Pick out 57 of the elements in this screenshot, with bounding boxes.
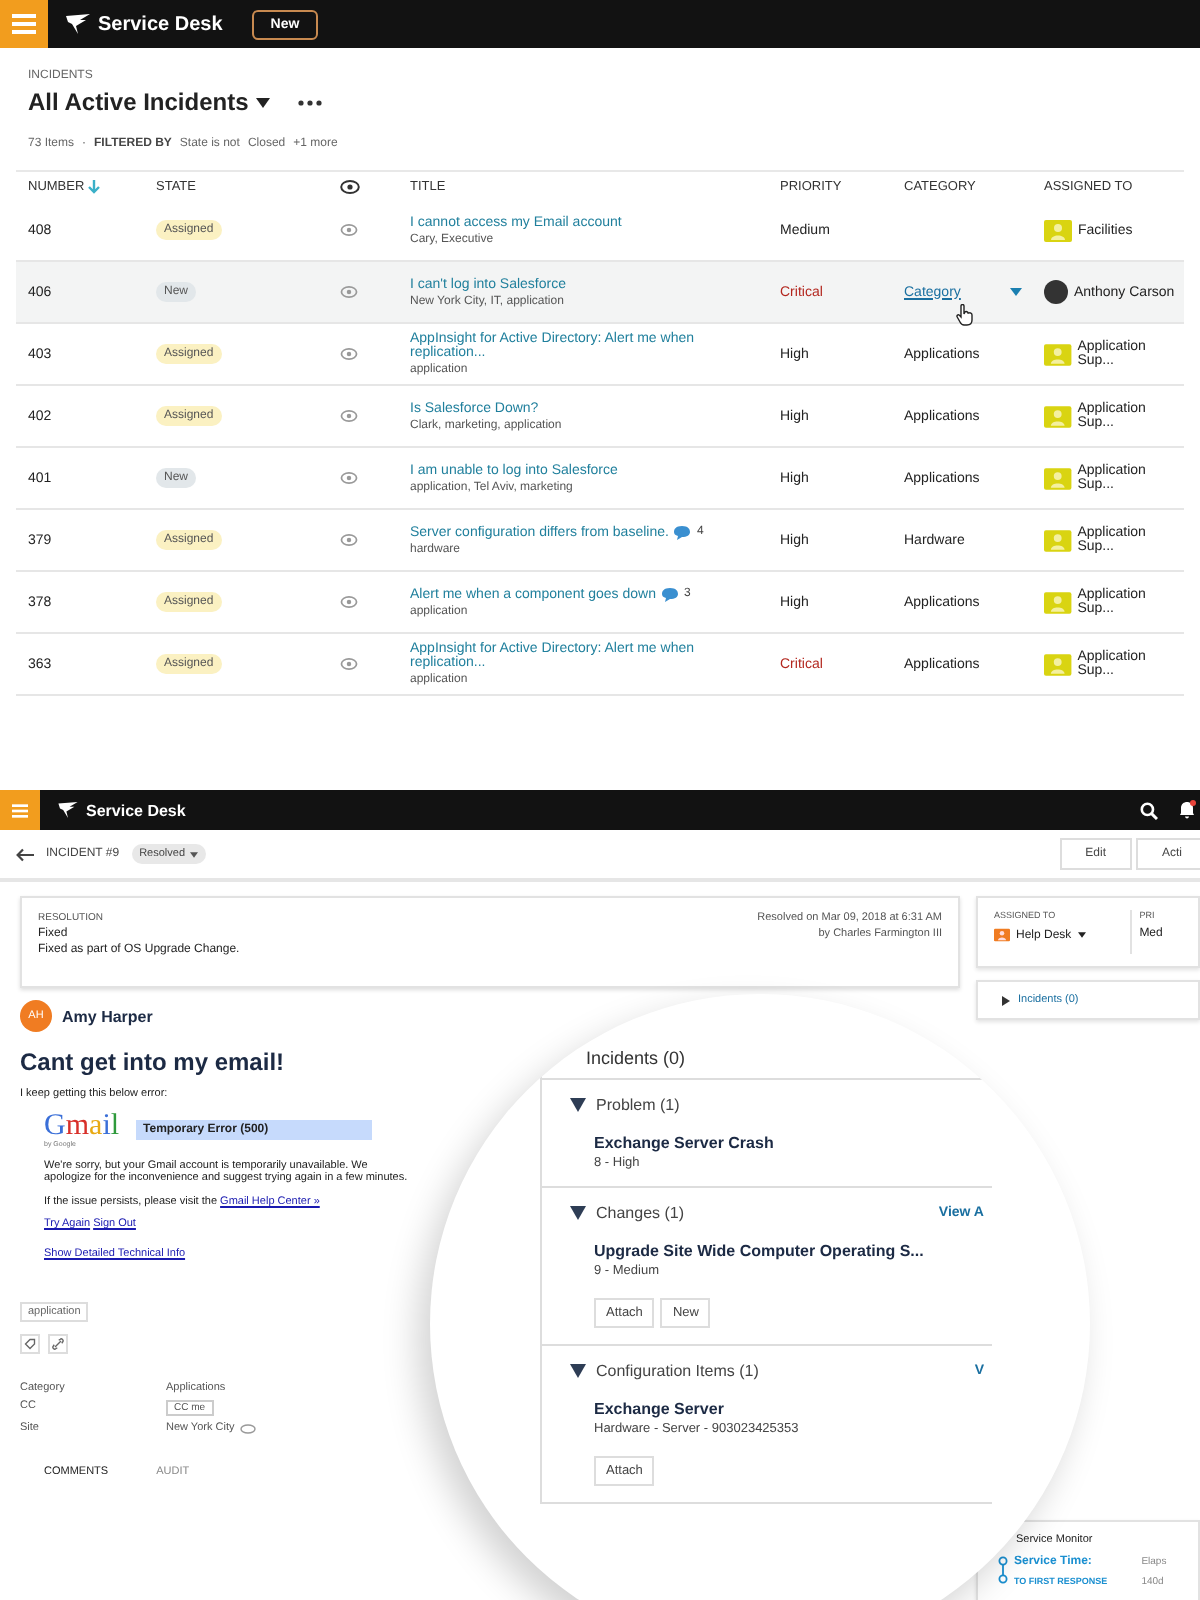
group-icon — [1044, 591, 1072, 613]
sort-arrow-icon[interactable] — [88, 179, 101, 193]
collapse-arrow-icon[interactable] — [570, 1098, 586, 1112]
avatar — [1044, 280, 1068, 304]
tag-button[interactable] — [20, 1334, 40, 1355]
dropdown-caret-icon[interactable] — [1010, 288, 1023, 296]
group-icon — [1044, 405, 1072, 427]
related-item-title[interactable]: Exchange Server — [594, 1400, 992, 1418]
logo-icon — [66, 14, 90, 34]
caret-icon[interactable] — [1077, 932, 1086, 938]
section-title: Configuration Items (1) — [596, 1362, 759, 1380]
app-title: Service Desk — [86, 801, 186, 819]
group-icon — [994, 928, 1010, 942]
logo-icon — [58, 802, 78, 818]
section-title: Changes (1) — [596, 1204, 685, 1222]
location-icon — [240, 1423, 257, 1434]
email-logo: Gmail — [44, 1112, 120, 1142]
search-icon[interactable] — [1140, 801, 1158, 819]
menu-icon — [12, 14, 36, 34]
comment-icon — [674, 525, 691, 539]
more-icon[interactable] — [298, 99, 323, 105]
related-item-title[interactable]: Exchange Server Crash — [594, 1134, 992, 1152]
related-item-title[interactable]: Upgrade Site Wide Computer Operating S... — [594, 1242, 992, 1260]
link-icon — [52, 1338, 64, 1351]
timeline-icon — [998, 1556, 1008, 1584]
group-icon — [1044, 529, 1072, 551]
back-arrow-icon[interactable] — [16, 847, 34, 861]
tag-icon — [24, 1338, 36, 1351]
hand-cursor-icon — [956, 303, 974, 325]
app-title: Service Desk — [98, 13, 223, 35]
section-title: Problem (1) — [596, 1096, 680, 1114]
group-icon — [1044, 219, 1072, 241]
eye-icon[interactable] — [340, 286, 358, 298]
incident-subject: Cant get into my email! — [20, 1048, 285, 1076]
caret-icon[interactable] — [256, 97, 271, 107]
eye-icon[interactable] — [340, 596, 358, 608]
group-icon — [1044, 343, 1072, 365]
eye-icon[interactable] — [340, 348, 358, 360]
eye-icon — [340, 179, 360, 193]
caret-icon — [189, 851, 198, 857]
group-icon — [1044, 467, 1072, 489]
group-icon — [1044, 653, 1072, 675]
eye-icon[interactable] — [340, 410, 358, 422]
comment-icon — [661, 587, 678, 601]
link-button[interactable] — [48, 1334, 68, 1355]
eye-icon[interactable] — [340, 224, 358, 236]
expand-arrow-icon[interactable] — [1002, 995, 1010, 1005]
menu-icon — [12, 803, 28, 817]
requester-name: Amy Harper — [62, 1007, 153, 1025]
collapse-arrow-icon[interactable] — [570, 1364, 586, 1378]
eye-icon[interactable] — [340, 658, 358, 670]
incidents-heading[interactable]: Incidents (0) — [542, 1042, 992, 1080]
collapse-arrow-icon[interactable] — [570, 1206, 586, 1220]
bell-icon[interactable] — [1178, 800, 1196, 820]
eye-icon[interactable] — [340, 472, 358, 484]
eye-icon[interactable] — [340, 534, 358, 546]
view-title[interactable]: All Active Incidents — [28, 88, 249, 116]
